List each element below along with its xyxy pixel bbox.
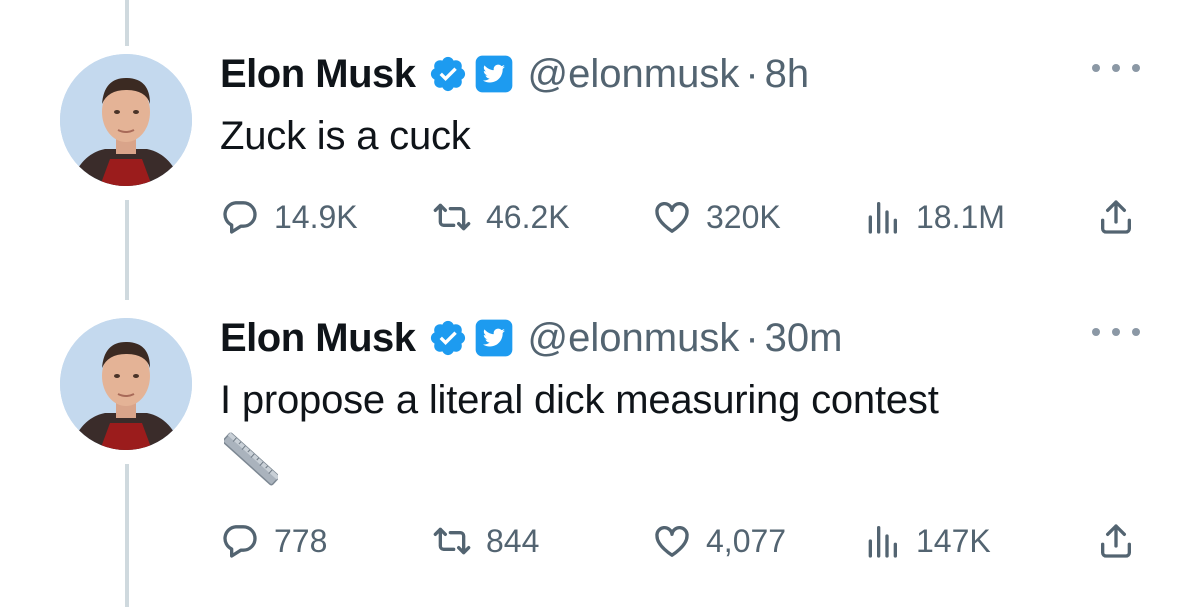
reply-icon (223, 525, 257, 558)
views-button[interactable]: 147K (862, 517, 991, 565)
views-chart-icon (868, 526, 897, 558)
reply-button[interactable]: 778 (220, 517, 327, 565)
share-button[interactable] (1096, 193, 1150, 241)
twitter-bird-badge-icon[interactable] (474, 318, 514, 358)
tweet-text: Zuck is a cuck (220, 114, 471, 158)
share-icon (1101, 200, 1131, 234)
retweet-button[interactable]: 46.2K (432, 193, 570, 241)
separator-dot: · (745, 315, 759, 360)
separator-dot: · (745, 51, 759, 96)
retweet-count: 844 (486, 522, 540, 559)
share-icon (1101, 524, 1131, 558)
twitter-bird-badge-icon[interactable] (474, 54, 514, 94)
thread-line-top (125, 0, 129, 46)
thread-line-middle (125, 200, 129, 300)
reply-count: 778 (274, 522, 328, 559)
more-options-icon[interactable] (1092, 320, 1140, 344)
reply-count: 14.9K (274, 198, 358, 235)
like-button[interactable]: 320K (652, 193, 781, 241)
thread-line-bottom (125, 464, 129, 607)
author-name[interactable]: Elon Musk (220, 316, 416, 361)
view-count: 18.1M (916, 198, 1005, 235)
verified-badge-icon[interactable] (428, 318, 468, 358)
straight-ruler-emoji (224, 432, 278, 486)
like-count: 320K (706, 198, 781, 235)
avatar[interactable] (60, 54, 192, 186)
avatar[interactable] (60, 318, 192, 450)
action-bar: 14.9K 46.2K 320K 18.1M (220, 193, 1150, 241)
timestamp[interactable]: 30m (765, 316, 843, 361)
retweet-icon (433, 527, 471, 555)
reply-button[interactable]: 14.9K (220, 193, 358, 241)
more-options-icon[interactable] (1092, 56, 1140, 80)
views-button[interactable]: 18.1M (862, 193, 1005, 241)
view-count: 147K (916, 522, 991, 559)
like-button[interactable]: 4,077 (652, 517, 786, 565)
tweet-header: Elon Musk @elonmusk · 8h (220, 50, 809, 98)
author-handle[interactable]: @elonmusk (528, 316, 740, 361)
action-bar: 778 844 4,077 147K (220, 517, 1150, 565)
retweet-icon (433, 203, 471, 231)
share-button[interactable] (1096, 517, 1150, 565)
retweet-count: 46.2K (486, 198, 570, 235)
author-name[interactable]: Elon Musk (220, 52, 416, 97)
author-handle[interactable]: @elonmusk (528, 52, 740, 97)
tweet-text: I propose a literal dick measuring conte… (220, 378, 939, 422)
tweet-header: Elon Musk @elonmusk · 30m (220, 314, 842, 362)
like-count: 4,077 (706, 522, 787, 559)
reply-icon (223, 201, 257, 234)
timestamp[interactable]: 8h (765, 52, 810, 97)
heart-icon (655, 525, 689, 557)
verified-badge-icon[interactable] (428, 54, 468, 94)
heart-icon (655, 201, 689, 233)
retweet-button[interactable]: 844 (432, 517, 539, 565)
views-chart-icon (868, 202, 897, 234)
